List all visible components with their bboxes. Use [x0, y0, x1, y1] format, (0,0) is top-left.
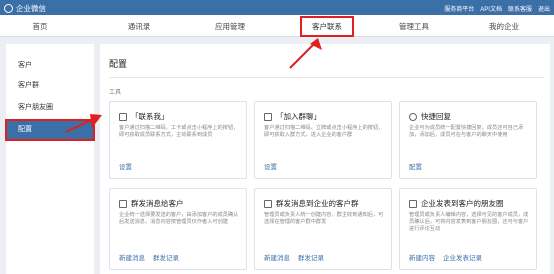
nav-highlight-box	[300, 16, 354, 37]
card-title: 群发消息到企业的客户群	[276, 199, 359, 208]
service-platform-link[interactable]: 服务商平台	[444, 4, 474, 13]
sidebar: 客户 客户群 客户朋友圈 配置	[5, 44, 95, 274]
brand[interactable]: 企业微信	[4, 3, 46, 14]
card-title: 「加入群聊」	[276, 112, 321, 121]
logout-link[interactable]: 退出	[538, 4, 550, 13]
card-title: 「联系我」	[131, 112, 169, 121]
nav-my-enterprise[interactable]: 我的企业	[474, 21, 534, 32]
nav-management-tools[interactable]: 管理工具	[384, 21, 444, 32]
card-description: 企业可为成员统一配置快捷回复，成员还可自己添加，添加后，成员可在与客户的聊天中使…	[409, 125, 524, 138]
card-title: 企业发表到客户的朋友圈	[421, 199, 504, 208]
page-title: 配置	[109, 59, 128, 69]
main-panel: 配置 工具 「联系我」 客户通过扫描二维码、工卡或点击小程序上的按钮，即可获取成…	[100, 44, 550, 274]
main-nav: 首页 通讯录 应用管理 客户联系 管理工具 我的企业	[0, 15, 554, 37]
sidebar-item-config[interactable]: 配置	[5, 119, 95, 141]
card-description: 企业统一选择要发送的客户，由添加客户的成员确认后发送消息，消息内容按管理员仅作者…	[119, 212, 239, 225]
new-content-link[interactable]: 新建内容	[409, 252, 435, 262]
mass-message-history-link[interactable]: 群发记录	[153, 252, 179, 262]
card-description: 客户通过扫描二维码、立牌或点击小程序上的按钮，即可获取入群方式，进入企业的客户群	[264, 125, 384, 138]
brand-name: 企业微信	[16, 4, 46, 13]
card-quick-reply: 快捷回复 企业可为成员统一配置快捷回复，成员还可自己添加，添加后，成员可在与客户…	[399, 101, 537, 179]
top-links: 服务商平台 API文档 联系客服 退出	[444, 4, 550, 13]
enterprise-post-history-link[interactable]: 企业发表记录	[443, 252, 482, 262]
card-description: 管理员或负责人编辑内容，选择可见的客户成员，成员确认后，可将内容发表到客户朋友圈…	[409, 212, 529, 232]
card-description: 管理员或负责人统一创建内容，群主收到通知后，可选择在管理的客户群中群发	[264, 212, 384, 225]
moments-icon	[409, 199, 417, 208]
card-contact-me: 「联系我」 客户通过扫描二维码、工卡或点击小程序上的按钮，即可获取成员联系方式，…	[109, 101, 247, 179]
group-broadcast-history-link[interactable]: 群发记录	[298, 252, 324, 262]
group-broadcast-icon	[264, 199, 272, 208]
title-divider	[109, 77, 545, 78]
card-moments: 企业发表到客户的朋友圈 管理员或负责人编辑内容，选择可见的客户成员，成员确认后，…	[399, 188, 537, 270]
card-title: 快捷回复	[421, 112, 451, 121]
api-docs-link[interactable]: API文档	[480, 4, 502, 13]
quick-reply-config-link[interactable]: 配置	[409, 161, 422, 171]
wecom-logo-icon	[4, 4, 13, 13]
card-title: 群发消息给客户	[131, 199, 184, 208]
nav-app-management[interactable]: 应用管理	[200, 21, 260, 32]
contact-me-settings-link[interactable]: 设置	[119, 161, 132, 171]
join-group-settings-link[interactable]: 设置	[264, 161, 277, 171]
mass-message-icon	[119, 199, 127, 208]
card-mass-message: 群发消息给客户 企业统一选择要发送的客户，由添加客户的成员确认后发送消息，消息内…	[109, 188, 247, 270]
card-description: 客户通过扫描二维码、工卡或点击小程序上的按钮，即可获取成员联系方式，主动联系到成…	[119, 125, 239, 138]
nav-home[interactable]: 首页	[10, 21, 70, 32]
quick-reply-icon	[409, 112, 417, 121]
qr-join-icon	[264, 112, 272, 121]
nav-contacts[interactable]: 通讯录	[109, 21, 169, 32]
card-group-broadcast: 群发消息到企业的客户群 管理员或负责人统一创建内容，群主收到通知后，可选择在管理…	[254, 188, 392, 270]
contact-me-icon	[119, 112, 127, 121]
section-label-tools: 工具	[109, 90, 122, 96]
top-bar: 企业微信 服务商平台 API文档 联系客服 退出	[0, 0, 554, 15]
sidebar-item-customer-moments[interactable]: 客户朋友圈	[6, 98, 94, 118]
new-message-link[interactable]: 新建消息	[119, 252, 145, 262]
card-join-group: 「加入群聊」 客户通过扫描二维码、立牌或点击小程序上的按钮，即可获取入群方式，进…	[254, 101, 392, 179]
new-group-message-link[interactable]: 新建消息	[264, 252, 290, 262]
sidebar-item-customers[interactable]: 客户	[6, 56, 94, 76]
sidebar-item-customer-groups[interactable]: 客户群	[6, 76, 94, 96]
contact-support-link[interactable]: 联系客服	[508, 4, 532, 13]
